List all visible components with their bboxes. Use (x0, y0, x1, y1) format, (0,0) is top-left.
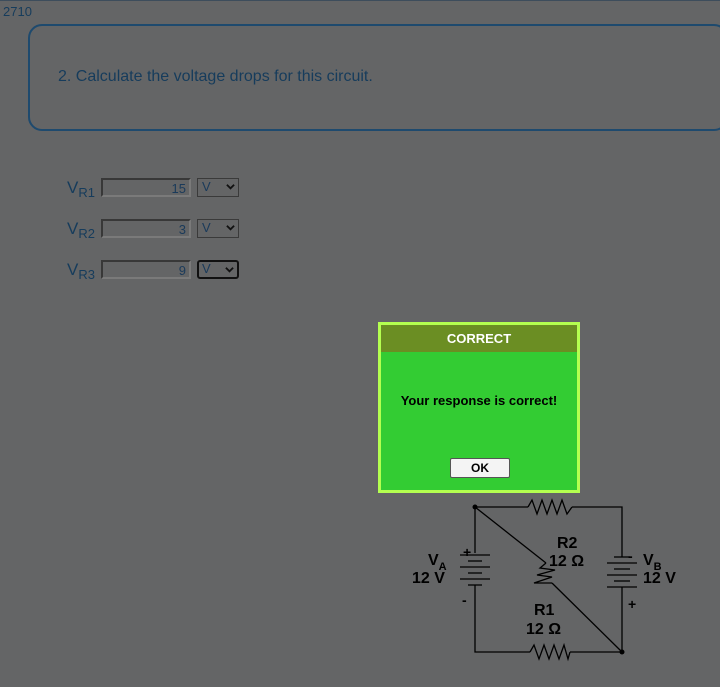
dialog-message: Your response is correct! (400, 393, 558, 408)
chevron-down-icon (225, 267, 234, 273)
vr1-unit-select[interactable]: V (197, 178, 239, 197)
vb-plus: + (628, 596, 636, 612)
dialog-title: CORRECT (381, 325, 577, 352)
chevron-down-icon (226, 184, 235, 190)
junction-dot (472, 504, 478, 510)
vb-minus: - (628, 548, 633, 564)
r2-value: 12 Ω (549, 553, 584, 570)
battery-va (460, 554, 490, 595)
vr2-label: VR2 (67, 219, 95, 241)
r1-name: R1 (534, 602, 555, 619)
va-value: 12 V (412, 570, 445, 587)
ok-button[interactable]: OK (450, 458, 510, 478)
vb-value: 12 V (643, 570, 676, 587)
vr3-input[interactable]: 9 (101, 260, 191, 279)
vr3-unit-select[interactable]: V (197, 260, 239, 279)
va-plus: + (463, 544, 471, 560)
question-text: 2. Calculate the voltage drops for this … (58, 68, 373, 85)
page-id: 2710 (3, 4, 32, 19)
top-border (0, 0, 720, 1)
r1-value: 12 Ω (526, 621, 561, 638)
chevron-down-icon (226, 225, 235, 231)
vr1-input[interactable]: 15 (101, 178, 191, 197)
va-minus: - (462, 592, 467, 608)
vr1-label: VR1 (67, 178, 95, 200)
vr2-unit-select[interactable]: V (197, 219, 239, 238)
circuit-diagram: + - VA 12 V - + VB 12 V R2 12 Ω R1 12 Ω (412, 498, 676, 662)
vr2-input[interactable]: 3 (101, 219, 191, 238)
r2-name: R2 (557, 535, 578, 552)
junction-dot (619, 649, 625, 655)
question-panel: 2. Calculate the voltage drops for this … (28, 24, 720, 131)
correct-dialog: CORRECT Your response is correct! OK (378, 322, 580, 493)
vr3-label: VR3 (67, 260, 95, 282)
